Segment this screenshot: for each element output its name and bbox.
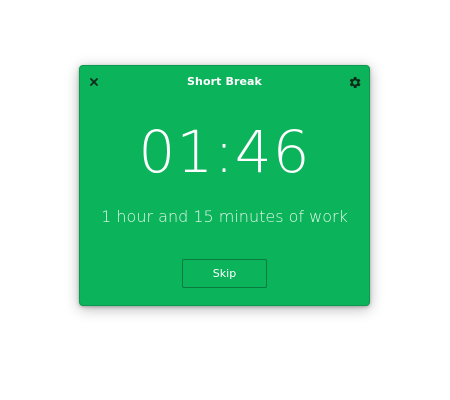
countdown-timer: 01:46 (138, 118, 311, 186)
break-window: Short Break 01:46 1 hour and 15 minutes … (79, 65, 370, 306)
titlebar: Short Break (80, 66, 369, 100)
window-title: Short Break (187, 75, 262, 88)
work-duration-label: 1 hour and 15 minutes of work (101, 207, 348, 226)
skip-button[interactable]: Skip (182, 259, 267, 288)
settings-button[interactable] (346, 74, 363, 91)
gear-icon (349, 77, 361, 88)
